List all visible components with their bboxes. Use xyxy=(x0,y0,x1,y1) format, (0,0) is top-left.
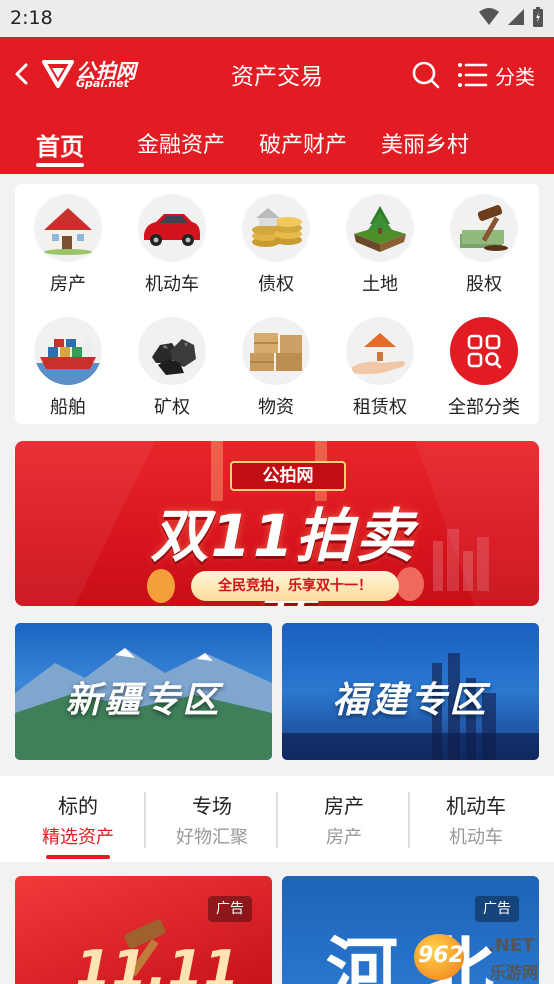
watermark-number: 962 xyxy=(418,943,464,968)
battery-icon xyxy=(533,7,543,27)
tab-label: 首页 xyxy=(36,133,84,161)
tab-label: 破产财产 xyxy=(259,133,348,158)
car-icon xyxy=(138,194,206,262)
category-label: 机动车 xyxy=(145,274,199,295)
category-label: 船舶 xyxy=(50,397,86,418)
top-tabs: 首页 金融资产 破产财产 美丽乡村 xyxy=(0,127,554,167)
system-icons xyxy=(478,6,544,28)
category-label: 全部分类 xyxy=(448,397,520,418)
category-item-all[interactable]: 全部分类 xyxy=(439,317,529,419)
grid-search-icon xyxy=(450,317,518,385)
house-icon xyxy=(34,194,102,262)
section-tabs: 标的 精选资产 专场 好物汇聚 房产 房产 机动车 机动车 xyxy=(0,776,554,862)
section-title: 专场 xyxy=(192,794,232,818)
card-text: 11.11 xyxy=(75,940,240,984)
ad-badge: 广告 xyxy=(208,896,252,922)
category-button[interactable]: 分类 xyxy=(495,61,535,90)
tab-financial-assets[interactable]: 金融资产 xyxy=(137,127,225,159)
ship-icon xyxy=(34,317,102,385)
tab-bankruptcy-assets[interactable]: 破产财产 xyxy=(259,127,347,159)
category-label: 股权 xyxy=(466,274,502,295)
boxes-icon xyxy=(242,317,310,385)
category-label: 矿权 xyxy=(154,397,190,418)
section-tab-property[interactable]: 房产 房产 xyxy=(278,790,410,849)
category-label: 租赁权 xyxy=(353,397,407,418)
category-label: 房产 xyxy=(50,274,86,295)
section-title: 标的 xyxy=(58,794,98,818)
category-grid: 房产 机动车 债权 土地 股权 船舶 矿权 物资 租赁权 全部分类 xyxy=(15,184,539,424)
region-label: 新疆专区 xyxy=(65,680,222,721)
tab-active-indicator xyxy=(36,163,84,167)
section-tab-items[interactable]: 标的 精选资产 xyxy=(12,790,144,859)
coins-icon xyxy=(242,194,310,262)
section-tab-vehicle[interactable]: 机动车 机动车 xyxy=(410,790,542,849)
region-label: 福建专区 xyxy=(332,680,489,721)
tab-beautiful-village[interactable]: 美丽乡村 xyxy=(381,127,469,159)
app-header: 公拍网 Gpai.net 资产交易 分类 首页 金融资产 破产财产 美丽乡村 xyxy=(0,37,554,174)
coal-icon xyxy=(138,317,206,385)
category-item-ship[interactable]: 船舶 xyxy=(23,317,113,419)
category-menu-icon[interactable] xyxy=(456,59,488,91)
section-subtitle: 精选资产 xyxy=(42,827,114,848)
listing-card[interactable]: 11.11 广告 xyxy=(15,876,272,984)
category-item-debt[interactable]: 债权 xyxy=(231,194,321,296)
search-icon[interactable] xyxy=(410,59,442,91)
tab-label: 美丽乡村 xyxy=(381,133,470,158)
tab-home[interactable]: 首页 xyxy=(36,127,84,167)
gavel-icon xyxy=(450,194,518,262)
section-title: 机动车 xyxy=(446,794,506,818)
category-label: 物资 xyxy=(258,397,294,418)
land-icon xyxy=(346,194,414,262)
section-tab-special[interactable]: 专场 好物汇聚 xyxy=(146,790,278,849)
category-item-land[interactable]: 土地 xyxy=(335,194,425,296)
hand-house-icon xyxy=(346,317,414,385)
category-item-equity[interactable]: 股权 xyxy=(439,194,529,296)
region-card-fujian[interactable]: 福建专区 xyxy=(282,623,539,760)
signal-icon xyxy=(508,9,524,25)
category-item-vehicle[interactable]: 机动车 xyxy=(127,194,217,296)
status-time: 2:18 xyxy=(10,7,53,29)
site-watermark: 962 .NET 乐游网 xyxy=(414,931,554,984)
section-title: 房产 xyxy=(324,794,364,818)
section-subtitle: 机动车 xyxy=(449,827,503,848)
status-bar: 2:18 xyxy=(0,0,554,37)
watermark-name: 乐游网 xyxy=(490,963,539,982)
tab-label: 金融资产 xyxy=(137,133,226,158)
wifi-icon xyxy=(479,8,499,25)
section-subtitle: 房产 xyxy=(326,827,362,848)
category-item-house[interactable]: 房产 xyxy=(23,194,113,296)
banner-slogan: 全民竞拍，乐享双十一！ xyxy=(191,571,399,601)
banner-brand-tag: 公拍网 xyxy=(230,461,346,491)
section-active-indicator xyxy=(46,855,110,859)
promo-banner[interactable]: 公拍网 双11拍卖节 全民竞拍，乐享双十一！ xyxy=(15,441,539,606)
category-label: 债权 xyxy=(258,274,294,295)
category-label: 土地 xyxy=(362,274,398,295)
region-card-xinjiang[interactable]: 新疆专区 xyxy=(15,623,272,760)
category-item-lease[interactable]: 租赁权 xyxy=(335,317,425,419)
section-subtitle: 好物汇聚 xyxy=(176,827,248,848)
watermark-net: .NET xyxy=(488,935,535,956)
ad-badge: 广告 xyxy=(475,896,519,922)
category-item-materials[interactable]: 物资 xyxy=(231,317,321,419)
category-item-mining[interactable]: 矿权 xyxy=(127,317,217,419)
